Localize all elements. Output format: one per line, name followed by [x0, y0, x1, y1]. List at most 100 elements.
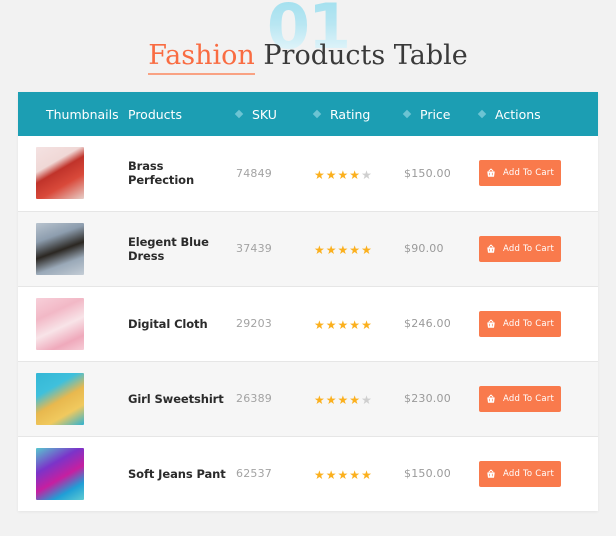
- cell-thumbnail: [18, 211, 128, 286]
- star-icon: ★: [349, 393, 361, 407]
- cell-actions: Add To Cart: [479, 211, 598, 286]
- cell-product-name: Soft Jeans Pant: [128, 466, 226, 481]
- cell-rating: ★ ★ ★ ★ ★: [314, 361, 404, 436]
- column-header-thumbnails-label: Thumbnails: [46, 106, 119, 122]
- add-to-cart-label: Add To Cart: [503, 468, 554, 479]
- cell-thumbnail: [18, 286, 128, 361]
- rating-stars: ★ ★ ★ ★ ★: [314, 394, 372, 406]
- table-row: Soft Jeans Pant 62537 ★ ★ ★ ★ ★ $150.00 Add To C…: [18, 436, 598, 511]
- rating-stars: ★ ★ ★ ★ ★: [314, 169, 372, 181]
- column-header-thumbnails: Thumbnails: [18, 92, 128, 136]
- star-icon: ★: [349, 167, 361, 182]
- table-row: Elegent Blue Dress 37439 ★ ★ ★ ★ ★ $90.00 Add To…: [18, 211, 598, 286]
- star-icon: ★: [361, 468, 372, 483]
- add-to-cart-label: Add To Cart: [503, 318, 554, 329]
- star-icon: ★: [314, 167, 325, 182]
- column-header-sku[interactable]: SKU: [234, 92, 314, 136]
- add-to-cart-button[interactable]: Add To Cart: [479, 235, 561, 262]
- star-icon: ★: [325, 468, 337, 483]
- column-header-products: Products: [128, 92, 236, 136]
- rating-stars: ★ ★ ★ ★ ★: [314, 244, 372, 256]
- product-thumbnail: [36, 222, 84, 275]
- star-icon: ★: [337, 243, 349, 257]
- column-header-actions-label: Actions: [495, 106, 541, 122]
- cell-price: $150.00: [404, 166, 451, 180]
- cell-thumbnail: [18, 136, 128, 211]
- cell-product-name: Elegent Blue Dress: [128, 234, 209, 263]
- cell-price: $230.00: [404, 392, 451, 405]
- product-thumbnail: [36, 147, 84, 200]
- cell-thumbnail: [18, 436, 128, 511]
- add-to-cart-label: Add To Cart: [503, 243, 554, 254]
- cell-sku: 37439: [236, 242, 272, 255]
- table-row: Brass Perfection 74849 ★ ★ ★ ★ ★ $150.00 Add To …: [18, 136, 598, 211]
- add-to-cart-label: Add To Cart: [503, 168, 554, 179]
- add-to-cart-button[interactable]: Add To Cart: [479, 160, 561, 187]
- table-row: Digital Cloth 29203 ★ ★ ★ ★ ★ $246.00 Add To Car…: [18, 286, 598, 361]
- star-icon: ★: [361, 318, 372, 332]
- cell-actions: Add To Cart: [479, 136, 598, 211]
- star-icon: ★: [314, 318, 325, 332]
- column-header-price[interactable]: Price: [402, 92, 479, 136]
- diamond-sort-icon[interactable]: [402, 109, 412, 119]
- column-header-actions[interactable]: Actions: [477, 92, 598, 136]
- cell-product-name: Digital Cloth: [128, 316, 208, 331]
- cell-product-name: Brass Perfection: [128, 159, 195, 188]
- diamond-sort-icon[interactable]: [477, 109, 487, 119]
- star-icon: ★: [337, 318, 349, 332]
- card-bottom-spacer: [0, 511, 616, 535]
- star-icon: ★: [325, 393, 337, 407]
- column-header-rating-label: Rating: [330, 106, 371, 122]
- cell-sku: 26389: [236, 392, 272, 405]
- star-icon: ★: [314, 243, 325, 257]
- star-icon: ★: [361, 393, 372, 407]
- cell-price: $90.00: [404, 242, 444, 255]
- shopping-basket-icon: [487, 319, 495, 328]
- table-header: Thumbnails Products SKU Rating Price Act…: [18, 92, 598, 136]
- cell-rating: ★ ★ ★ ★ ★: [314, 436, 404, 511]
- star-icon: ★: [349, 243, 361, 257]
- diamond-sort-icon[interactable]: [312, 109, 322, 119]
- table-body: Brass Perfection 74849 ★ ★ ★ ★ ★ $150.00 Add To …: [18, 136, 598, 511]
- add-to-cart-label: Add To Cart: [503, 393, 554, 404]
- shopping-basket-icon: [487, 168, 495, 177]
- page-header: 01 Fashion Products Table: [0, 0, 616, 92]
- column-header-price-label: Price: [420, 106, 451, 122]
- cell-rating: ★ ★ ★ ★ ★: [314, 211, 404, 286]
- star-icon: ★: [325, 318, 337, 332]
- cell-sku: 74849: [236, 166, 272, 180]
- cell-sku: 62537: [236, 467, 272, 481]
- star-icon: ★: [337, 468, 349, 483]
- rating-stars: ★ ★ ★ ★ ★: [314, 319, 372, 331]
- product-thumbnail: [36, 297, 84, 350]
- rating-stars: ★ ★ ★ ★ ★: [314, 469, 372, 481]
- table-header-row: Thumbnails Products SKU Rating Price Act…: [18, 92, 598, 136]
- add-to-cart-button[interactable]: Add To Cart: [479, 460, 561, 487]
- star-icon: ★: [349, 468, 361, 483]
- page-title-rest: Products Table: [254, 40, 468, 71]
- cell-actions: Add To Cart: [479, 361, 598, 436]
- products-table-card: Thumbnails Products SKU Rating Price Act…: [18, 92, 598, 511]
- star-icon: ★: [325, 243, 337, 257]
- product-thumbnail: [36, 372, 84, 425]
- cell-sku: 29203: [236, 317, 272, 330]
- page-title: Fashion Products Table: [0, 40, 616, 75]
- shopping-basket-icon: [487, 244, 495, 253]
- cell-product-name: Girl Sweetshirt: [128, 391, 224, 406]
- add-to-cart-button[interactable]: Add To Cart: [479, 310, 561, 337]
- star-icon: ★: [314, 393, 325, 407]
- star-icon: ★: [361, 167, 372, 182]
- table-row: Girl Sweetshirt 26389 ★ ★ ★ ★ ★ $230.00 Add To C…: [18, 361, 598, 436]
- star-icon: ★: [361, 243, 372, 257]
- shopping-basket-icon: [487, 469, 495, 478]
- add-to-cart-button[interactable]: Add To Cart: [479, 385, 561, 412]
- star-icon: ★: [325, 167, 337, 182]
- star-icon: ★: [349, 318, 361, 332]
- cell-rating: ★ ★ ★ ★ ★: [314, 136, 404, 211]
- product-thumbnail: [36, 447, 84, 500]
- star-icon: ★: [337, 167, 349, 182]
- cell-actions: Add To Cart: [479, 286, 598, 361]
- diamond-sort-icon[interactable]: [234, 109, 244, 119]
- cell-thumbnail: [18, 361, 128, 436]
- column-header-rating[interactable]: Rating: [312, 92, 404, 136]
